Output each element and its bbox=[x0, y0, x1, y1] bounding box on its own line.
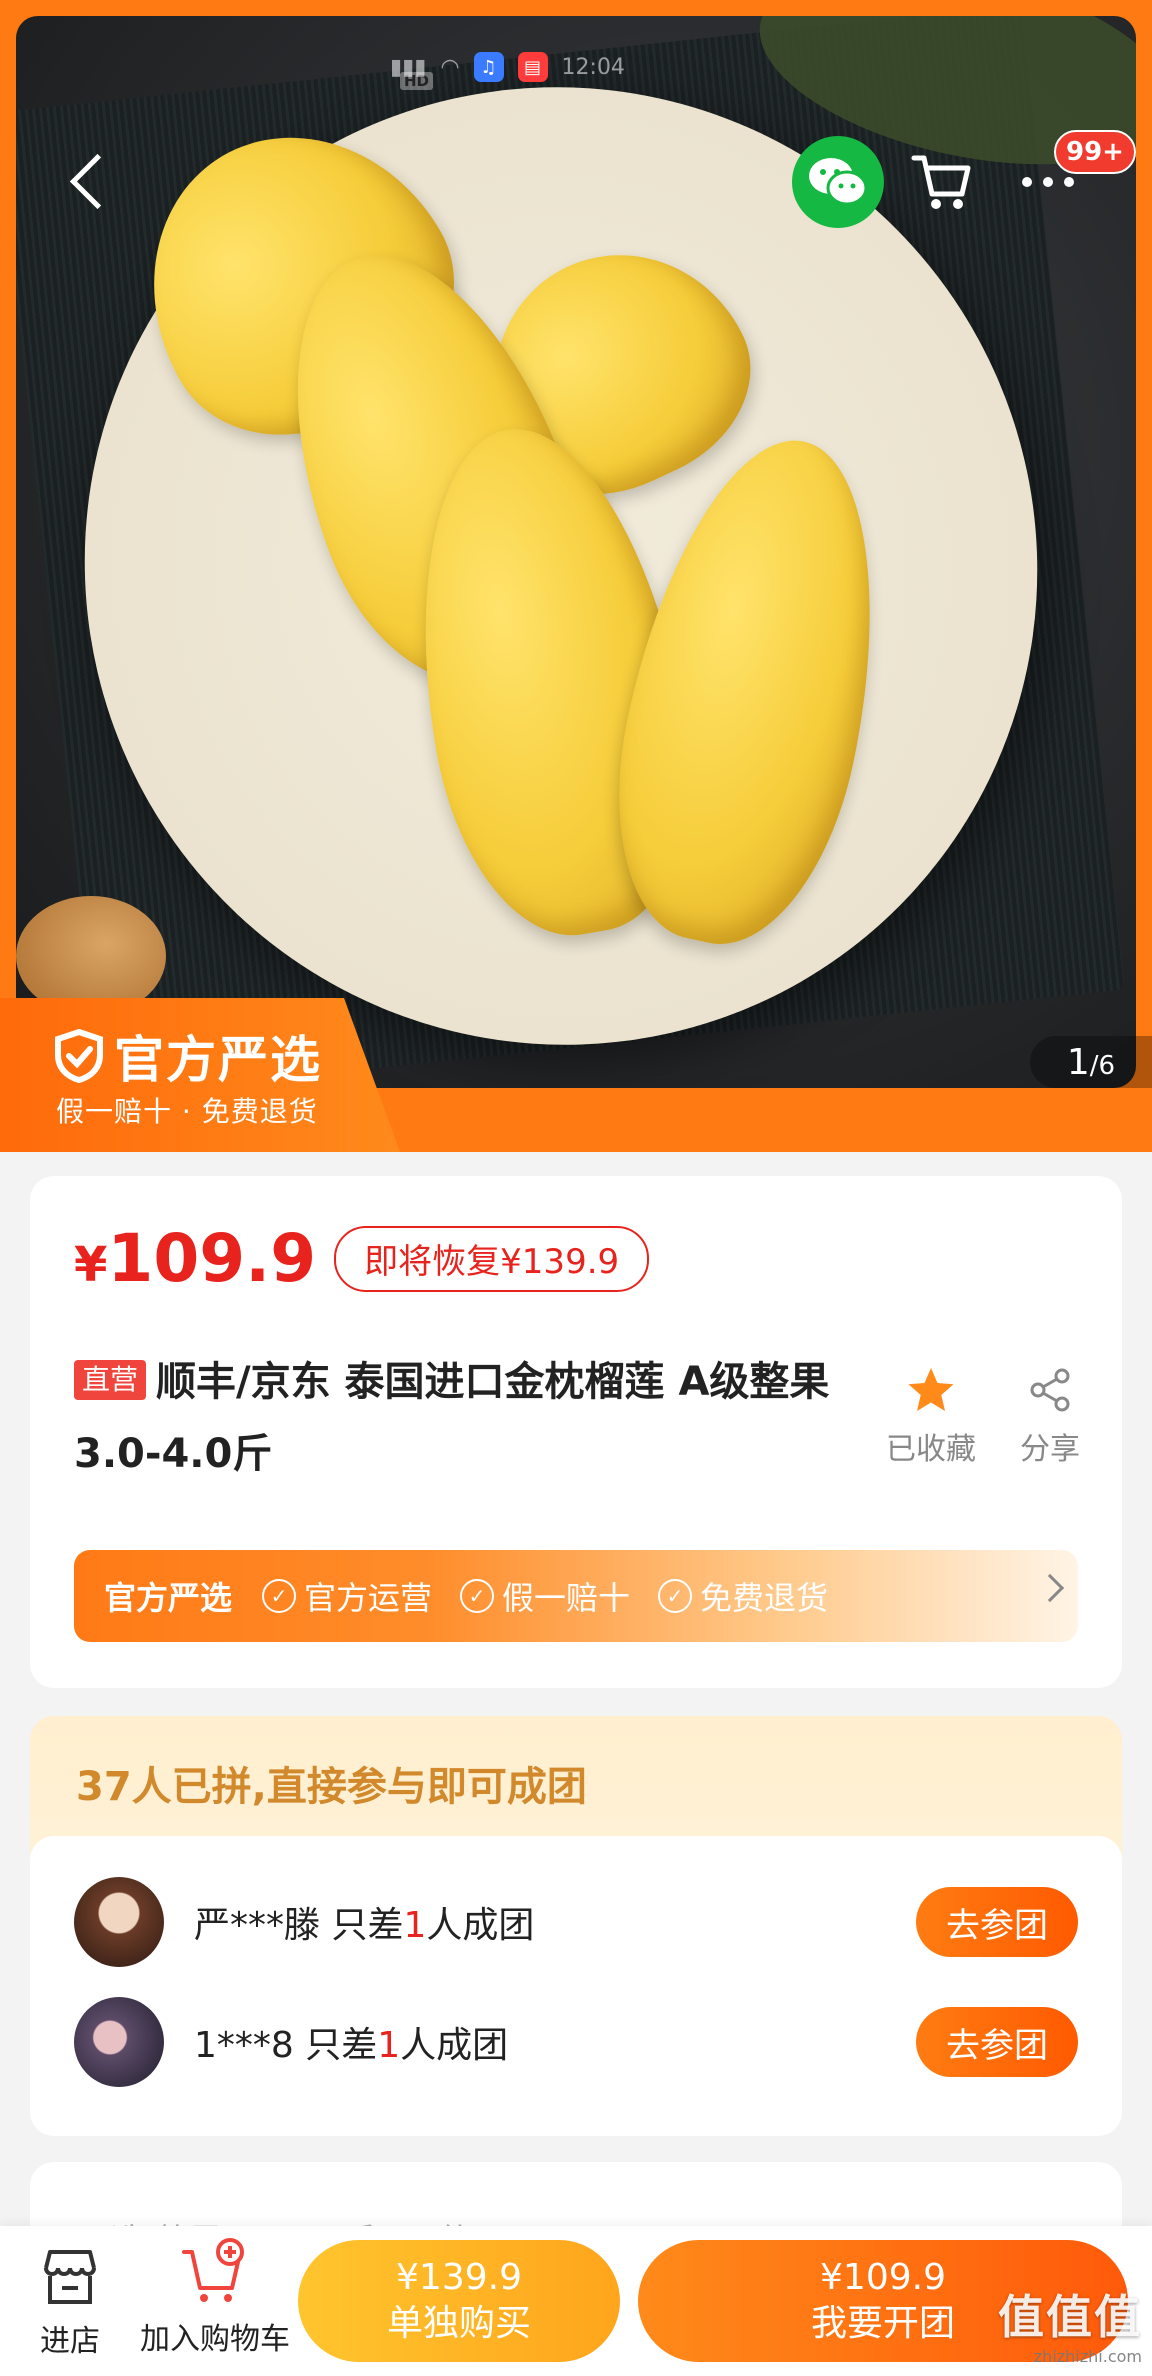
chevron-right-icon bbox=[1035, 1573, 1065, 1603]
group-price: ¥ 109.9 bbox=[74, 1220, 316, 1297]
cart-button[interactable] bbox=[906, 146, 978, 218]
group-buy-row: 1***8 只差1人成团 去参团 bbox=[74, 1996, 1078, 2088]
back-button[interactable] bbox=[62, 150, 122, 216]
currency-symbol: ¥ bbox=[74, 1237, 108, 1293]
official-select-title: 官方严选 bbox=[54, 1020, 322, 1092]
single-buy-label: 单独购买 bbox=[386, 2303, 531, 2344]
site-watermark: 值值值 zhizhizhi.com bbox=[998, 2281, 1142, 2366]
add-to-cart-label: 加入购物车 bbox=[140, 2322, 290, 2357]
join-group-button[interactable]: 去参团 bbox=[916, 1887, 1078, 1957]
assurance-item-label: 免费退货 bbox=[700, 1579, 829, 1617]
start-group-label: 我要开团 bbox=[810, 2303, 955, 2344]
buy-single-button[interactable]: ¥139.9 单独购买 bbox=[298, 2240, 620, 2362]
product-info-card: ¥ 109.9 即将恢复¥139.9 直营 顺丰/京东 泰国进口金枕榴莲 A级整果… bbox=[30, 1176, 1122, 1688]
join-group-button[interactable]: 去参团 bbox=[916, 2007, 1078, 2077]
price-restore-badge: 即将恢复¥139.9 bbox=[334, 1225, 650, 1292]
group-need-prefix: 只差 bbox=[320, 1905, 404, 1946]
music-app-icon: ♫ bbox=[473, 52, 504, 82]
check-circle-icon: ✓ bbox=[658, 1579, 693, 1613]
check-circle-icon: ✓ bbox=[262, 1579, 297, 1613]
store-button[interactable]: 进店 bbox=[20, 2246, 120, 2360]
direct-sale-tag: 直营 bbox=[74, 1360, 147, 1400]
group-buy-text: 严***滕 只差1人成团 bbox=[194, 1896, 916, 1948]
page-total: /6 bbox=[1089, 1051, 1116, 1081]
product-image-carousel[interactable]: HD ▮▮▮ ◠ ♫ ▤ 12:04 99+ 官方严选 假一赔十 · 免费退货 … bbox=[0, 0, 1152, 1152]
wechat-share-button[interactable] bbox=[792, 136, 884, 228]
product-title: 直营 顺丰/京东 泰国进口金枕榴莲 A级整果3.0-4.0斤 bbox=[74, 1346, 874, 1490]
official-select-label: 官方严选 bbox=[114, 1031, 322, 1089]
check-circle-icon: ✓ bbox=[460, 1579, 495, 1613]
assurance-item: ✓ 免费退货 bbox=[658, 1573, 828, 1619]
store-label: 进店 bbox=[40, 2324, 100, 2359]
wifi-icon: ◠ bbox=[440, 54, 460, 80]
assurance-title: 官方严选 bbox=[104, 1579, 233, 1617]
reader-app-icon: ▤ bbox=[517, 52, 548, 82]
shield-check-icon bbox=[55, 1029, 103, 1083]
group-buy-row: 严***滕 只差1人成团 去参团 bbox=[74, 1876, 1078, 1968]
avatar bbox=[74, 1877, 164, 1967]
image-page-indicator: 1 /6 bbox=[1030, 1036, 1152, 1088]
favorite-label: 已收藏 bbox=[886, 1432, 976, 1467]
share-icon bbox=[1030, 1368, 1070, 1412]
signal-icon: ▮▮▮ bbox=[390, 54, 427, 80]
group-buy-header: 37人已拼,直接参与即可成团 bbox=[76, 1764, 587, 1810]
assurance-item: ✓ 官方运营 bbox=[262, 1573, 432, 1619]
group-buy-price: ¥109.9 bbox=[820, 2257, 946, 2298]
assurance-item-label: 假一赔十 bbox=[502, 1579, 631, 1617]
group-need-count: 1 bbox=[377, 2025, 401, 2066]
group-need-suffix: 人成团 bbox=[400, 2025, 509, 2066]
bottom-action-bar: 进店 加入购物车 ¥139.9 单独购买 ¥109.9 我要开团 值值值 zhi… bbox=[0, 2226, 1152, 2376]
cart-icon bbox=[911, 155, 971, 209]
status-time: 12:04 bbox=[561, 54, 625, 80]
price-row: ¥ 109.9 即将恢复¥139.9 bbox=[74, 1220, 650, 1297]
single-price: ¥139.9 bbox=[396, 2257, 522, 2298]
group-user: 严***滕 bbox=[194, 1905, 321, 1946]
add-to-cart-button[interactable]: 加入购物车 bbox=[130, 2238, 300, 2358]
product-title-text: 顺丰/京东 泰国进口金枕榴莲 A级整果3.0-4.0斤 bbox=[74, 1359, 830, 1477]
page-current: 1 bbox=[1066, 1042, 1090, 1083]
assurance-item: ✓ 假一赔十 bbox=[460, 1573, 630, 1619]
share-label: 分享 bbox=[1020, 1432, 1080, 1467]
cart-count-badge: 99+ bbox=[1054, 130, 1136, 174]
official-select-subtitle: 假一赔十 · 免费退货 bbox=[56, 1095, 318, 1128]
wechat-icon bbox=[809, 158, 868, 206]
more-dots-icon bbox=[1022, 177, 1032, 187]
group-buy-text: 1***8 只差1人成团 bbox=[194, 2016, 916, 2068]
group-need-prefix: 只差 bbox=[293, 2025, 378, 2066]
price-amount: 109.9 bbox=[107, 1220, 317, 1297]
store-icon bbox=[44, 2250, 96, 2304]
share-button[interactable]: 分享 bbox=[1000, 1366, 1100, 1468]
official-assurance-bar[interactable]: 官方严选 ✓ 官方运营 ✓ 假一赔十 ✓ 免费退货 bbox=[74, 1550, 1078, 1642]
star-icon bbox=[908, 1368, 954, 1411]
assurance-item-label: 官方运营 bbox=[304, 1579, 433, 1617]
add-cart-icon bbox=[182, 2238, 244, 2302]
favorite-button[interactable]: 已收藏 bbox=[876, 1366, 986, 1468]
group-buy-list: 严***滕 只差1人成团 去参团 1***8 只差1人成团 去参团 bbox=[30, 1836, 1122, 2136]
watermark-url: zhizhizhi.com bbox=[1033, 2347, 1142, 2366]
group-need-count: 1 bbox=[403, 1905, 427, 1946]
watermark-logo: 值值值 bbox=[998, 2290, 1142, 2344]
status-bar: ▮▮▮ ◠ ♫ ▤ 12:04 bbox=[390, 50, 625, 84]
group-need-suffix: 人成团 bbox=[426, 1905, 535, 1946]
avatar bbox=[74, 1997, 164, 2087]
group-user: 1***8 bbox=[194, 2025, 294, 2066]
group-buy-card: 37人已拼,直接参与即可成团 严***滕 只差1人成团 去参团 1***8 只差… bbox=[30, 1716, 1122, 2136]
